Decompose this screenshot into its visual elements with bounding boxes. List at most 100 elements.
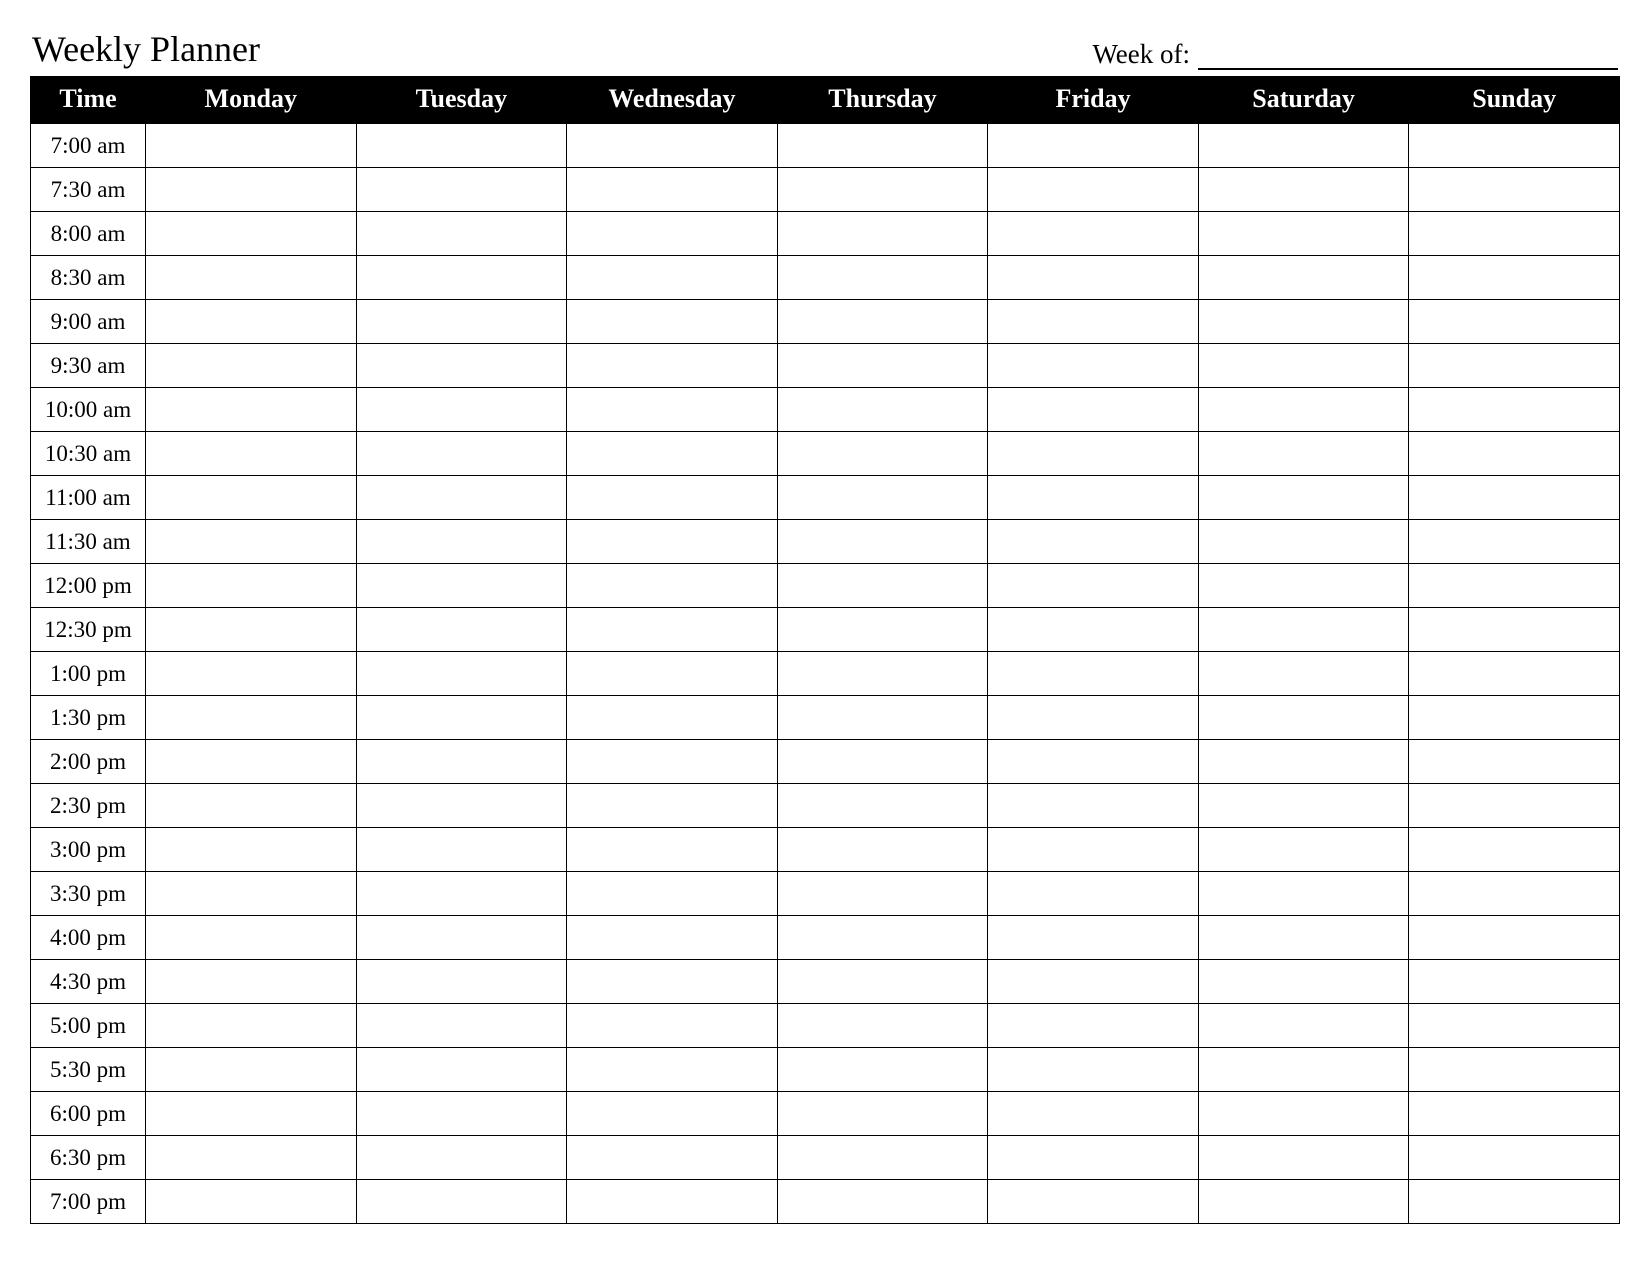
planner-cell[interactable] bbox=[777, 388, 988, 432]
planner-cell[interactable] bbox=[356, 652, 567, 696]
planner-cell[interactable] bbox=[146, 828, 357, 872]
planner-cell[interactable] bbox=[1198, 564, 1409, 608]
planner-cell[interactable] bbox=[777, 256, 988, 300]
planner-cell[interactable] bbox=[988, 916, 1199, 960]
planner-cell[interactable] bbox=[988, 432, 1199, 476]
planner-cell[interactable] bbox=[356, 256, 567, 300]
planner-cell[interactable] bbox=[1409, 344, 1620, 388]
week-of-blank-line[interactable] bbox=[1198, 46, 1618, 70]
planner-cell[interactable] bbox=[1409, 828, 1620, 872]
planner-cell[interactable] bbox=[146, 740, 357, 784]
planner-cell[interactable] bbox=[146, 652, 357, 696]
planner-cell[interactable] bbox=[146, 960, 357, 1004]
planner-cell[interactable] bbox=[356, 608, 567, 652]
planner-cell[interactable] bbox=[988, 784, 1199, 828]
planner-cell[interactable] bbox=[1198, 476, 1409, 520]
planner-cell[interactable] bbox=[988, 652, 1199, 696]
planner-cell[interactable] bbox=[777, 1092, 988, 1136]
planner-cell[interactable] bbox=[567, 960, 778, 1004]
planner-cell[interactable] bbox=[356, 960, 567, 1004]
planner-cell[interactable] bbox=[1198, 124, 1409, 168]
planner-cell[interactable] bbox=[1409, 916, 1620, 960]
planner-cell[interactable] bbox=[567, 652, 778, 696]
planner-cell[interactable] bbox=[567, 872, 778, 916]
planner-cell[interactable] bbox=[356, 1004, 567, 1048]
planner-cell[interactable] bbox=[356, 388, 567, 432]
planner-cell[interactable] bbox=[146, 520, 357, 564]
planner-cell[interactable] bbox=[146, 608, 357, 652]
planner-cell[interactable] bbox=[1409, 564, 1620, 608]
planner-cell[interactable] bbox=[356, 520, 567, 564]
planner-cell[interactable] bbox=[146, 916, 357, 960]
planner-cell[interactable] bbox=[988, 300, 1199, 344]
planner-cell[interactable] bbox=[988, 124, 1199, 168]
planner-cell[interactable] bbox=[356, 784, 567, 828]
planner-cell[interactable] bbox=[1409, 652, 1620, 696]
planner-cell[interactable] bbox=[988, 1136, 1199, 1180]
planner-cell[interactable] bbox=[356, 1048, 567, 1092]
planner-cell[interactable] bbox=[356, 124, 567, 168]
planner-cell[interactable] bbox=[777, 344, 988, 388]
planner-cell[interactable] bbox=[777, 1180, 988, 1224]
planner-cell[interactable] bbox=[146, 256, 357, 300]
planner-cell[interactable] bbox=[567, 1092, 778, 1136]
planner-cell[interactable] bbox=[1198, 872, 1409, 916]
planner-cell[interactable] bbox=[567, 344, 778, 388]
planner-cell[interactable] bbox=[356, 432, 567, 476]
planner-cell[interactable] bbox=[1198, 916, 1409, 960]
planner-cell[interactable] bbox=[1198, 520, 1409, 564]
planner-cell[interactable] bbox=[1409, 784, 1620, 828]
planner-cell[interactable] bbox=[567, 432, 778, 476]
planner-cell[interactable] bbox=[146, 300, 357, 344]
planner-cell[interactable] bbox=[1409, 1048, 1620, 1092]
planner-cell[interactable] bbox=[777, 124, 988, 168]
planner-cell[interactable] bbox=[146, 1092, 357, 1136]
planner-cell[interactable] bbox=[356, 476, 567, 520]
planner-cell[interactable] bbox=[777, 784, 988, 828]
planner-cell[interactable] bbox=[567, 916, 778, 960]
planner-cell[interactable] bbox=[356, 696, 567, 740]
planner-cell[interactable] bbox=[777, 476, 988, 520]
planner-cell[interactable] bbox=[146, 168, 357, 212]
planner-cell[interactable] bbox=[988, 960, 1199, 1004]
planner-cell[interactable] bbox=[1198, 256, 1409, 300]
planner-cell[interactable] bbox=[1198, 300, 1409, 344]
planner-cell[interactable] bbox=[988, 344, 1199, 388]
planner-cell[interactable] bbox=[146, 1180, 357, 1224]
planner-cell[interactable] bbox=[988, 520, 1199, 564]
planner-cell[interactable] bbox=[567, 212, 778, 256]
planner-cell[interactable] bbox=[777, 696, 988, 740]
planner-cell[interactable] bbox=[567, 696, 778, 740]
planner-cell[interactable] bbox=[988, 740, 1199, 784]
planner-cell[interactable] bbox=[1409, 872, 1620, 916]
planner-cell[interactable] bbox=[1409, 432, 1620, 476]
planner-cell[interactable] bbox=[146, 564, 357, 608]
planner-cell[interactable] bbox=[1198, 696, 1409, 740]
planner-cell[interactable] bbox=[567, 564, 778, 608]
planner-cell[interactable] bbox=[1198, 1136, 1409, 1180]
planner-cell[interactable] bbox=[567, 1004, 778, 1048]
planner-cell[interactable] bbox=[1198, 740, 1409, 784]
planner-cell[interactable] bbox=[988, 564, 1199, 608]
planner-cell[interactable] bbox=[988, 696, 1199, 740]
planner-cell[interactable] bbox=[567, 784, 778, 828]
planner-cell[interactable] bbox=[1198, 1048, 1409, 1092]
planner-cell[interactable] bbox=[777, 740, 988, 784]
planner-cell[interactable] bbox=[777, 872, 988, 916]
planner-cell[interactable] bbox=[567, 1136, 778, 1180]
planner-cell[interactable] bbox=[356, 344, 567, 388]
planner-cell[interactable] bbox=[1198, 1092, 1409, 1136]
planner-cell[interactable] bbox=[1198, 608, 1409, 652]
planner-cell[interactable] bbox=[777, 652, 988, 696]
planner-cell[interactable] bbox=[777, 960, 988, 1004]
planner-cell[interactable] bbox=[988, 388, 1199, 432]
planner-cell[interactable] bbox=[356, 300, 567, 344]
planner-cell[interactable] bbox=[1409, 124, 1620, 168]
planner-cell[interactable] bbox=[988, 1048, 1199, 1092]
planner-cell[interactable] bbox=[988, 476, 1199, 520]
planner-cell[interactable] bbox=[777, 916, 988, 960]
planner-cell[interactable] bbox=[146, 1048, 357, 1092]
planner-cell[interactable] bbox=[356, 828, 567, 872]
planner-cell[interactable] bbox=[988, 256, 1199, 300]
planner-cell[interactable] bbox=[1409, 256, 1620, 300]
